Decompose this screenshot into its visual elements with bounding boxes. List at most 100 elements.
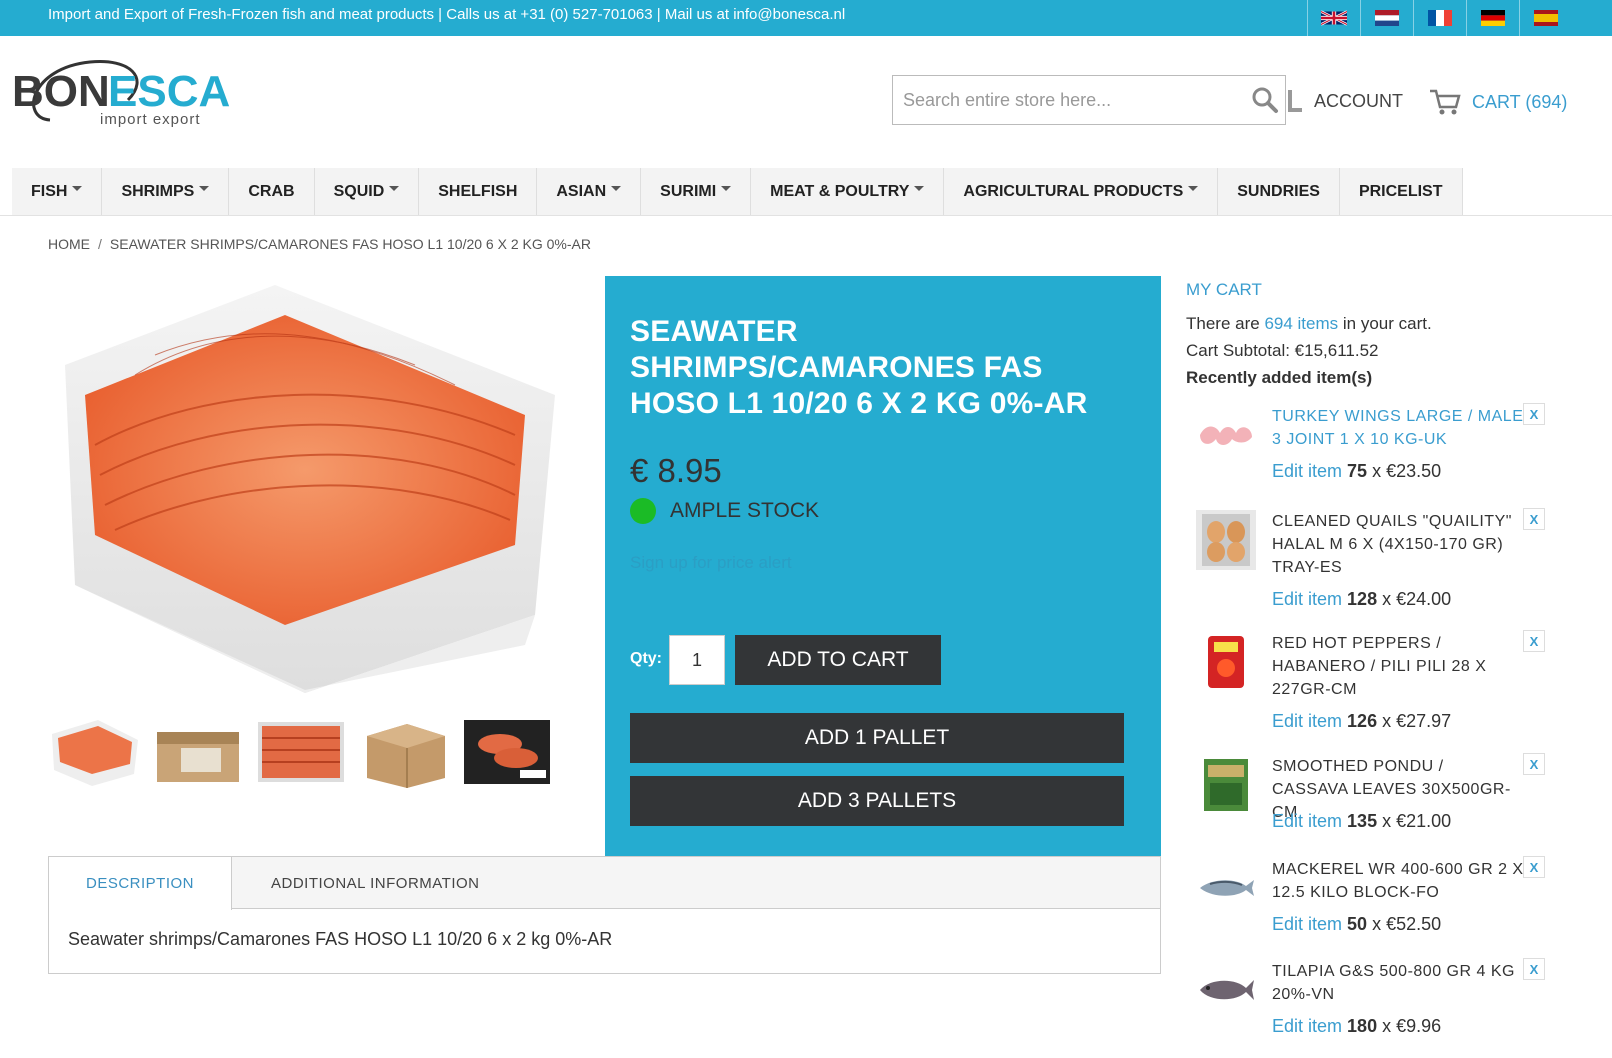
stock-label: AMPLE STOCK	[670, 499, 819, 522]
edit-item-link[interactable]: Edit item	[1272, 1016, 1342, 1036]
description-text: Seawater shrimps/Camarones FAS HOSO L1 1…	[68, 929, 613, 949]
cart-item-name: MACKEREL WR 400-600 GR 2 X 12.5 KILO BLO…	[1272, 861, 1524, 901]
add-3-pallets-button[interactable]: ADD 3 PALLETS	[630, 776, 1124, 826]
search-input[interactable]	[893, 76, 1233, 124]
remove-item-button[interactable]: X	[1523, 753, 1545, 775]
nav-item-squid[interactable]: SQUID	[315, 168, 420, 215]
thumbnail-shrimp-tray[interactable]	[254, 714, 348, 790]
add-to-cart-button[interactable]: ADD TO CART	[735, 635, 941, 685]
thumbnail-carton-open[interactable]	[151, 714, 245, 790]
qty-label: Qty:	[630, 650, 662, 667]
cart-item-image[interactable]	[1196, 858, 1256, 918]
nav-item-label: FISH	[31, 182, 68, 200]
thumbnail-shrimp-box[interactable]	[48, 714, 142, 790]
nav-item-label: SHELFISH	[438, 182, 518, 200]
cart-subtotal: Cart Subtotal: €15,611.52	[1186, 341, 1379, 360]
flag-fr-icon[interactable]	[1413, 0, 1466, 36]
caret-down-icon	[389, 186, 400, 191]
account-link[interactable]: ACCOUNT	[1284, 88, 1403, 114]
cart-item-image[interactable]	[1196, 755, 1256, 815]
cart-item-price: x €9.96	[1382, 1016, 1442, 1036]
thumbnail-product-label[interactable]	[460, 714, 554, 790]
account-label: ACCOUNT	[1314, 90, 1403, 111]
edit-item-link[interactable]: Edit item	[1272, 711, 1342, 731]
main-nav: FISH SHRIMPS CRAB SQUID SHELFISH ASIAN SURIMI M…	[12, 168, 1463, 215]
price-alert-link[interactable]: Sign up for price alert	[630, 553, 792, 573]
cart-item-qty: 128	[1347, 589, 1378, 609]
edit-item-link[interactable]: Edit item	[1272, 589, 1342, 609]
edit-item-link[interactable]: Edit item	[1272, 914, 1342, 934]
nav-item-agricultural-products[interactable]: AGRICULTURAL PRODUCTS	[944, 168, 1219, 215]
cart-item-image[interactable]	[1196, 960, 1256, 1020]
nav-item-label: CRAB	[248, 182, 295, 200]
nav-item-fish[interactable]: FISH	[12, 168, 103, 215]
cart-items-link[interactable]: 694 items	[1264, 314, 1338, 333]
cart-item-image[interactable]	[1196, 510, 1256, 570]
nav-item-label: SQUID	[333, 182, 385, 200]
breadcrumb-separator: /	[98, 236, 102, 252]
nav-item-pricelist[interactable]: PRICELIST	[1340, 168, 1463, 215]
cart-item-price: x €23.50	[1372, 461, 1442, 481]
remove-item-button[interactable]: X	[1523, 856, 1545, 878]
flag-nl-icon[interactable]	[1360, 0, 1413, 36]
nav-item-label: SUNDRIES	[1237, 182, 1320, 200]
bonesca-logo[interactable]: BON ESCA import export	[10, 48, 230, 132]
cart-item-edit-line: Edit item 50 x €52.50	[1272, 914, 1441, 935]
flag-es-icon[interactable]	[1519, 0, 1572, 36]
product-info-panel: SEAWATER SHRIMPS/CAMARONES FAS HOSO L1 1…	[605, 276, 1161, 856]
nav-item-shelfish[interactable]: SHELFISH	[419, 168, 538, 215]
add-1-pallet-button[interactable]: ADD 1 PALLET	[630, 713, 1124, 763]
cart-item-name[interactable]: TURKEY WINGS LARGE / MALE 3 JOINT 1 X 10…	[1272, 405, 1524, 451]
nav-item-label: MEAT & POULTRY	[770, 182, 910, 200]
cart-item-price: x €24.00	[1382, 589, 1452, 609]
cart-item-qty: 180	[1347, 1016, 1378, 1036]
tab-additional-information[interactable]: ADDITIONAL INFORMATION	[271, 857, 480, 909]
svg-text:import export: import export	[100, 111, 201, 128]
flag-de-icon[interactable]	[1466, 0, 1519, 36]
edit-item-link[interactable]: Edit item	[1272, 811, 1342, 831]
remove-item-button[interactable]: X	[1523, 403, 1545, 425]
edit-item-link[interactable]: Edit item	[1272, 461, 1342, 481]
qty-input[interactable]	[669, 635, 725, 685]
breadcrumb-home[interactable]: HOME	[48, 236, 90, 252]
caret-down-icon	[72, 186, 83, 191]
cart-item-edit-line: Edit item 128 x €24.00	[1272, 589, 1451, 610]
cart-label: CART (694)	[1472, 91, 1568, 112]
cart-item-name: RED HOT PEPPERS / HABANERO / PILI PILI 2…	[1272, 635, 1487, 698]
product-title: SEAWATER SHRIMPS/CAMARONES FAS HOSO L1 1…	[630, 315, 1088, 420]
nav-item-label: AGRICULTURAL PRODUCTS	[963, 182, 1184, 200]
svg-text:ESCA: ESCA	[108, 67, 230, 116]
product-tabs: DESCRIPTION ADDITIONAL INFORMATION Seawa…	[48, 856, 1161, 974]
caret-down-icon	[1188, 186, 1199, 191]
thumbnail-carton-closed[interactable]	[357, 714, 451, 790]
nav-item-label: SHRIMPS	[121, 182, 195, 200]
remove-item-button[interactable]: X	[1523, 508, 1545, 530]
flag-uk-icon[interactable]	[1307, 0, 1360, 36]
cart-link[interactable]: CART (694)	[1428, 88, 1567, 116]
caret-down-icon	[914, 186, 925, 191]
product-image[interactable]	[55, 285, 571, 693]
cart-item-image[interactable]	[1196, 632, 1256, 692]
remove-item-button[interactable]: X	[1523, 630, 1545, 652]
tab-description[interactable]: DESCRIPTION	[49, 857, 232, 910]
nav-item-meat-poultry[interactable]: MEAT & POULTRY	[751, 168, 945, 215]
nav-item-label: PRICELIST	[1358, 182, 1443, 200]
nav-divider	[0, 215, 1612, 216]
cart-item-image[interactable]	[1196, 405, 1256, 465]
search-icon[interactable]	[1251, 86, 1279, 114]
nav-item-asian[interactable]: ASIAN	[537, 168, 642, 215]
svg-text:BON: BON	[12, 67, 110, 116]
caret-down-icon	[611, 186, 622, 191]
nav-item-shrimps[interactable]: SHRIMPS	[102, 168, 230, 215]
stock-status: AMPLE STOCK	[630, 498, 819, 524]
user-icon	[1288, 90, 1302, 112]
remove-item-button[interactable]: X	[1523, 958, 1545, 980]
search-box	[892, 75, 1286, 125]
nav-item-crab[interactable]: CRAB	[229, 168, 315, 215]
cart-summary: There are 694 items in your cart. Cart S…	[1186, 310, 1432, 391]
breadcrumb: HOME / SEAWATER SHRIMPS/CAMARONES FAS HOSO…	[48, 236, 591, 252]
cart-item-price: x €52.50	[1372, 914, 1442, 934]
cart-count-suffix: in your cart.	[1338, 314, 1432, 333]
nav-item-sundries[interactable]: SUNDRIES	[1218, 168, 1340, 215]
nav-item-surimi[interactable]: SURIMI	[641, 168, 752, 215]
